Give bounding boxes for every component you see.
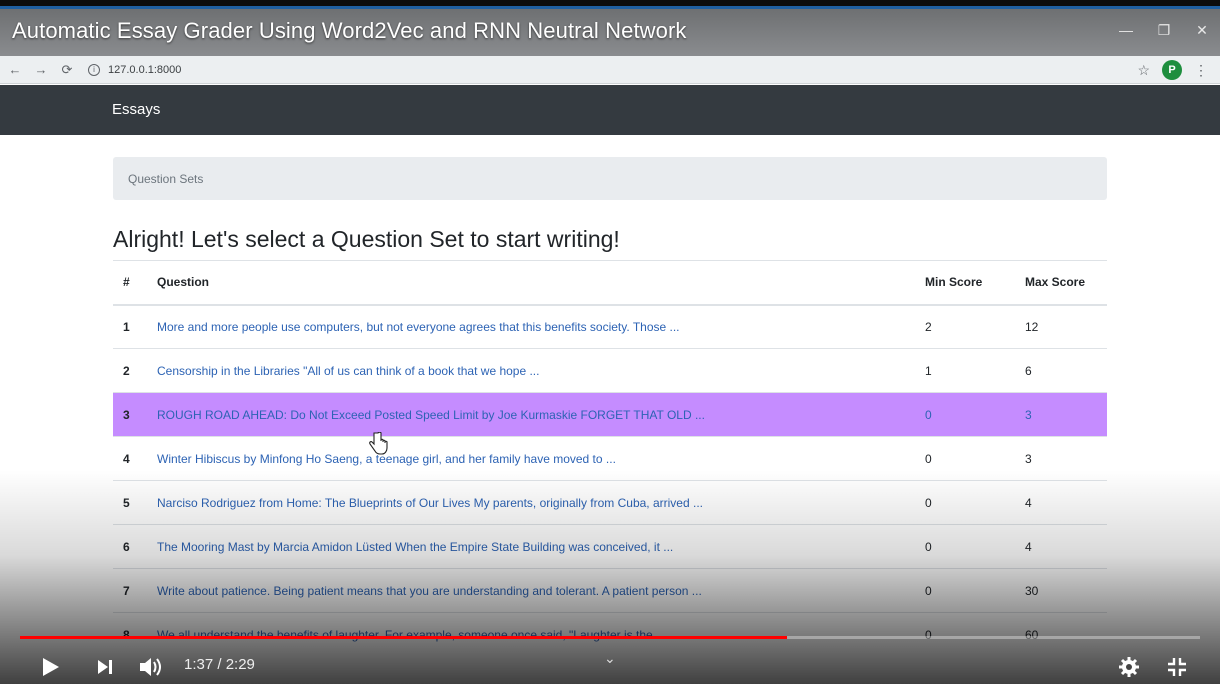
browser-toolbar: ← → ⟳ i 127.0.0.1:8000 ☆ P ⋮ xyxy=(0,56,1220,84)
navbar: Essays xyxy=(0,85,1220,135)
question-link[interactable]: ROUGH ROAD AHEAD: Do Not Exceed Posted S… xyxy=(147,392,915,437)
address-bar[interactable]: i 127.0.0.1:8000 xyxy=(88,63,181,76)
table-row[interactable]: 2 Censorship in the Libraries "All of us… xyxy=(113,348,1107,393)
max-score: 12 xyxy=(1015,304,1107,349)
row-number: 4 xyxy=(113,436,147,481)
column-header-question: Question xyxy=(147,260,915,306)
row-number: 5 xyxy=(113,480,147,525)
min-score: 0 xyxy=(915,392,1015,437)
max-score: 4 xyxy=(1015,480,1107,525)
row-number: 7 xyxy=(113,568,147,613)
next-icon[interactable] xyxy=(95,657,115,677)
back-icon[interactable]: ← xyxy=(4,62,26,77)
url-text[interactable]: 127.0.0.1:8000 xyxy=(108,64,181,76)
star-icon[interactable]: ☆ xyxy=(1137,62,1150,79)
volume-icon[interactable] xyxy=(138,655,164,679)
page-title: Alright! Let's select a Question Set to … xyxy=(113,226,620,252)
row-number: 2 xyxy=(113,348,147,393)
max-score: 30 xyxy=(1015,568,1107,613)
row-number: 6 xyxy=(113,524,147,569)
window-controls: — ❐ ✕ xyxy=(1118,22,1210,39)
navbar-brand[interactable]: Essays xyxy=(112,101,160,118)
table-row-selected[interactable]: 3 ROUGH ROAD AHEAD: Do Not Exceed Posted… xyxy=(113,392,1107,437)
forward-icon[interactable]: → xyxy=(30,62,52,77)
row-number: 3 xyxy=(113,392,147,437)
time-display: 1:37 / 2:29 xyxy=(184,656,255,673)
row-number: 1 xyxy=(113,304,147,349)
play-icon[interactable] xyxy=(40,656,62,678)
avatar[interactable]: P xyxy=(1162,60,1182,80)
hand-cursor-icon xyxy=(369,432,388,455)
column-header-min-score: Min Score xyxy=(915,260,1015,306)
question-link[interactable]: Censorship in the Libraries "All of us c… xyxy=(147,348,915,393)
question-link[interactable]: Narciso Rodriguez from Home: The Bluepri… xyxy=(147,480,915,525)
max-score: 6 xyxy=(1015,348,1107,393)
table-row[interactable]: 4 Winter Hibiscus by Minfong Ho Saeng, a… xyxy=(113,436,1107,481)
question-sets-table: # Question Min Score Max Score 1 More an… xyxy=(113,260,1107,657)
close-icon[interactable]: ✕ xyxy=(1194,22,1210,39)
column-header-number: # xyxy=(113,260,147,306)
exit-fullscreen-icon[interactable] xyxy=(1166,656,1188,678)
max-score: 4 xyxy=(1015,524,1107,569)
chevron-down-icon[interactable]: ⌄ xyxy=(604,650,616,667)
menu-icon[interactable]: ⋮ xyxy=(1194,62,1208,79)
video-controls: 1:37 / 2:29 ⌄ xyxy=(0,648,1220,684)
question-link[interactable]: The Mooring Mast by Marcia Amidon Lüsted… xyxy=(147,524,915,569)
min-score: 0 xyxy=(915,480,1015,525)
column-header-max-score: Max Score xyxy=(1015,260,1107,306)
info-icon[interactable]: i xyxy=(88,63,100,76)
min-score: 0 xyxy=(915,436,1015,481)
video-frame: — ❐ ✕ ← → ⟳ i 127.0.0.1:8000 ☆ P ⋮ Autom… xyxy=(0,0,1220,684)
restore-icon[interactable]: ❐ xyxy=(1156,22,1172,39)
min-score: 0 xyxy=(915,524,1015,569)
min-score: 2 xyxy=(915,304,1015,349)
video-title[interactable]: Automatic Essay Grader Using Word2Vec an… xyxy=(12,18,687,44)
table-row[interactable]: 1 More and more people use computers, bu… xyxy=(113,304,1107,349)
question-link[interactable]: Write about patience. Being patient mean… xyxy=(147,568,915,613)
max-score: 3 xyxy=(1015,392,1107,437)
progress-bar[interactable] xyxy=(20,636,1200,639)
tab-strip xyxy=(0,6,1220,9)
reload-icon[interactable]: ⟳ xyxy=(56,62,78,78)
question-link[interactable]: More and more people use computers, but … xyxy=(147,304,915,349)
progress-bar-played xyxy=(20,636,787,639)
table-row[interactable]: 7 Write about patience. Being patient me… xyxy=(113,568,1107,613)
min-score: 1 xyxy=(915,348,1015,393)
breadcrumb-item[interactable]: Question Sets xyxy=(128,172,203,186)
question-link[interactable]: Winter Hibiscus by Minfong Ho Saeng, a t… xyxy=(147,436,915,481)
table-row[interactable]: 6 The Mooring Mast by Marcia Amidon Lüst… xyxy=(113,524,1107,569)
min-score: 0 xyxy=(915,568,1015,613)
settings-icon[interactable] xyxy=(1118,656,1140,678)
minimize-icon[interactable]: — xyxy=(1118,22,1134,39)
breadcrumb: Question Sets xyxy=(113,157,1107,200)
table-header-row: # Question Min Score Max Score xyxy=(113,260,1107,306)
max-score: 3 xyxy=(1015,436,1107,481)
table-row[interactable]: 5 Narciso Rodriguez from Home: The Bluep… xyxy=(113,480,1107,525)
